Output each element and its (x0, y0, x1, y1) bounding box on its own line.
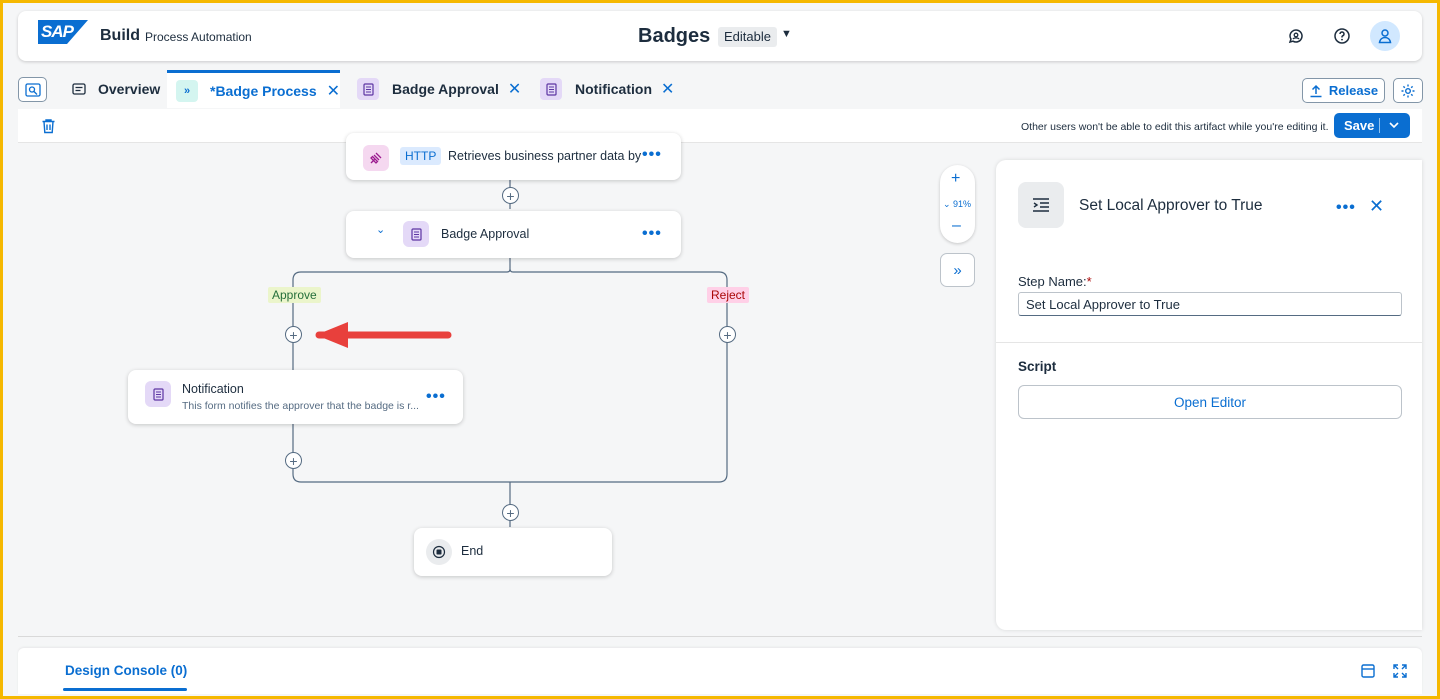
delete-icon[interactable] (41, 118, 56, 139)
form-icon (540, 78, 562, 100)
close-icon[interactable]: ✕ (1369, 196, 1384, 217)
add-step-button[interactable]: + (502, 187, 519, 204)
more-icon[interactable]: ••• (642, 147, 662, 163)
close-icon[interactable]: ✕ (508, 79, 521, 99)
gear-icon (1401, 84, 1415, 97)
more-icon[interactable]: ••• (1336, 200, 1356, 216)
open-editor-button[interactable]: Open Editor (1018, 385, 1402, 419)
panel-title: Set Local Approver to True (1079, 197, 1263, 214)
dock-panel-icon[interactable] (1360, 663, 1376, 684)
search-artifacts-button[interactable] (18, 77, 47, 102)
add-step-button[interactable]: + (285, 452, 302, 469)
required-marker: * (1086, 274, 1092, 289)
step-name-input[interactable] (1018, 292, 1402, 316)
toggle-panel-button[interactable]: » (940, 253, 975, 287)
badge-approval-node[interactable]: ⌄ Badge Approval ••• (346, 211, 681, 258)
double-chevron-right-icon: » (953, 261, 962, 279)
brand-name: Build (100, 27, 140, 44)
design-console-tab[interactable]: Design Console (0) (65, 663, 187, 678)
http-tag: HTTP (400, 147, 442, 165)
chevron-down-icon[interactable] (1388, 116, 1400, 137)
app-frame: SAP Build Process Automation Badges Edit… (3, 3, 1437, 696)
user-avatar[interactable] (1370, 21, 1400, 51)
feedback-icon[interactable] (1286, 26, 1306, 46)
chevron-down-icon[interactable]: ⌄ (376, 223, 385, 236)
node-description: This form notifies the approver that the… (182, 400, 419, 412)
end-node[interactable]: End (414, 528, 612, 576)
active-tab-indicator (63, 688, 187, 691)
project-title: Badges (638, 25, 711, 47)
sap-logo: SAP (38, 20, 88, 44)
script-section-title: Script (1018, 359, 1057, 374)
zoom-out-icon[interactable]: – (952, 217, 961, 235)
step-name-label: Step Name:* (1018, 274, 1092, 289)
plug-icon (363, 145, 389, 171)
stop-icon (426, 539, 452, 565)
form-icon (357, 78, 379, 100)
form-icon (403, 221, 429, 247)
tab-overview[interactable]: Overview (68, 70, 160, 108)
script-task-icon (1018, 182, 1064, 228)
overview-icon (68, 78, 90, 100)
properties-panel: Set Local Approver to True ••• ✕ Step Na… (996, 160, 1422, 630)
tab-label: Badge Approval (392, 81, 499, 97)
form-icon (145, 381, 171, 407)
release-label: Release (1328, 83, 1379, 98)
node-title: Badge Approval (441, 227, 530, 241)
tab-badge-process[interactable]: » *Badge Process ✕ (167, 70, 340, 108)
tab-label: *Badge Process (210, 82, 317, 99)
release-button[interactable]: Release (1302, 78, 1385, 103)
more-icon[interactable]: ••• (426, 389, 446, 405)
product-name: Process Automation (145, 30, 252, 44)
editor-toolbar: Other users won't be able to edit this a… (18, 109, 1422, 143)
add-step-button[interactable]: + (502, 504, 519, 521)
tab-bar: Overview » *Badge Process ✕ Badge Approv… (18, 66, 1423, 108)
more-icon[interactable]: ••• (642, 226, 662, 242)
help-icon[interactable] (1332, 26, 1352, 46)
add-step-reject-button[interactable]: + (719, 326, 736, 343)
mode-dropdown-icon[interactable]: ▼ (781, 28, 792, 40)
edit-lock-message: Other users won't be able to edit this a… (1021, 121, 1329, 133)
notification-node[interactable]: Notification This form notifies the appr… (128, 370, 463, 424)
save-separator (1379, 118, 1380, 133)
settings-button[interactable] (1393, 78, 1423, 103)
tab-label: Overview (98, 81, 161, 97)
panel-divider (996, 342, 1422, 343)
http-step-node[interactable]: HTTP Retrieves business partner data by … (346, 133, 681, 180)
save-label: Save (1344, 118, 1375, 133)
add-step-approve-button[interactable]: + (285, 326, 302, 343)
save-button[interactable]: Save (1334, 113, 1410, 138)
tab-notification[interactable]: Notification ✕ (540, 70, 674, 108)
tab-badge-approval[interactable]: Badge Approval ✕ (357, 70, 521, 108)
close-icon[interactable]: ✕ (327, 81, 340, 101)
reject-branch-label: Reject (707, 287, 750, 303)
http-description: Retrieves business partner data by (448, 149, 642, 163)
zoom-in-icon[interactable]: + (951, 170, 960, 188)
process-icon: » (176, 79, 198, 102)
close-icon[interactable]: ✕ (661, 79, 674, 99)
mode-badge[interactable]: Editable (718, 27, 777, 47)
zoom-level-value: 91% (953, 199, 972, 209)
search-icon (24, 82, 41, 97)
zoom-level[interactable]: ⌄ 91% (943, 199, 971, 210)
upload-icon (1310, 84, 1322, 97)
node-title: End (461, 544, 484, 558)
shell-bar: SAP Build Process Automation Badges Edit… (18, 11, 1422, 61)
process-canvas[interactable]: HTTP Retrieves business partner data by … (18, 133, 1422, 637)
zoom-control: + ⌄ 91% – (940, 165, 975, 243)
approve-branch-label: Approve (268, 287, 321, 303)
design-console: Design Console (0) (18, 648, 1422, 694)
maximize-icon[interactable] (1392, 663, 1408, 684)
step-name-label-text: Step Name: (1018, 274, 1087, 289)
node-title: Notification (182, 382, 244, 396)
tab-label: Notification (575, 81, 652, 97)
